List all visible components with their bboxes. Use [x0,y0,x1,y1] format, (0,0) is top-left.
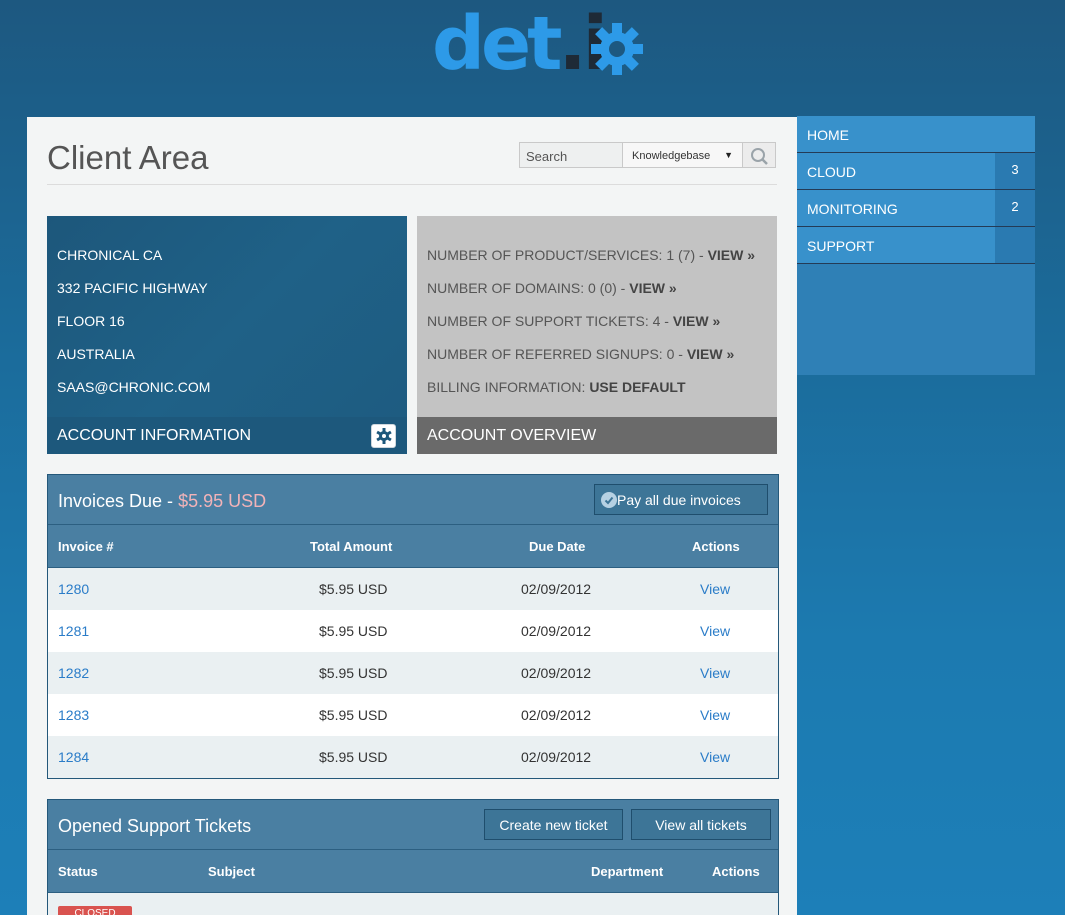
invoices-header: Invoices Due - $5.95 USD Pay all due inv… [48,475,778,525]
invoice-view-link[interactable]: View [700,623,730,639]
sidebar-nav: HOME CLOUD 3 MONITORING 2 SUPPORT [797,116,1035,375]
invoices-due-panel: Invoices Due - $5.95 USD Pay all due inv… [47,474,779,779]
account-overview-label: ACCOUNT OVERVIEW [427,427,597,444]
table-row: 1282 $5.95 USD 02/09/2012 View [48,652,778,694]
account-information-card: CHRONICAL CA 332 PACIFIC HIGHWAY FLOOR 1… [47,216,407,454]
overview-products: NUMBER OF PRODUCT/SERVICES: 1 (7) - VIEW… [427,247,756,263]
table-row: 1284 $5.95 USD 02/09/2012 View [48,736,778,778]
invoice-due-date: 02/09/2012 [521,707,592,723]
view-all-tickets-button[interactable]: View all tickets [631,809,771,840]
account-settings-button[interactable] [371,424,396,448]
col-subject[interactable]: Subject [208,864,255,879]
sidebar-item-label: HOME [807,127,849,143]
col-ticket-actions: Actions [712,864,760,879]
pay-all-invoices-button[interactable]: Pay all due invoices [594,484,768,515]
account-information-label: ACCOUNT INFORMATION [57,427,252,444]
table-row: CLOSED [48,893,778,915]
sidebar-item-monitoring[interactable]: MONITORING 2 [797,190,1035,227]
col-department[interactable]: Department [591,864,663,879]
col-status[interactable]: Status [58,864,98,879]
overview-domains: NUMBER OF DOMAINS: 0 (0) - VIEW » [427,280,677,296]
invoice-amount: $5.95 USD [319,581,388,597]
invoice-view-link[interactable]: View [700,581,730,597]
account-address: 332 PACIFIC HIGHWAY [57,280,208,296]
invoice-due-date: 02/09/2012 [521,749,592,765]
col-due-date[interactable]: Due Date [529,539,585,554]
invoices-title: Invoices Due - $5.95 USD [58,491,267,511]
invoice-id-link[interactable]: 1281 [58,623,89,639]
view-domains-link[interactable]: VIEW » [629,280,676,296]
overview-referrals: NUMBER OF REFERRED SIGNUPS: 0 - VIEW » [427,346,735,362]
sidebar-item-cloud[interactable]: CLOUD 3 [797,153,1035,190]
sidebar-count-badge: 2 [995,190,1035,226]
table-row: 1281 $5.95 USD 02/09/2012 View [48,610,778,652]
invoice-due-date: 02/09/2012 [521,581,592,597]
invoice-amount: $5.95 USD [319,623,388,639]
invoice-due-date: 02/09/2012 [521,623,592,639]
sidebar-item-label: CLOUD [807,164,857,180]
tickets-title: Opened Support Tickets [58,816,252,836]
table-row: 1280 $5.95 USD 02/09/2012 View [48,568,778,610]
invoice-amount: $5.95 USD [319,707,388,723]
tickets-column-header: Status Subject Department Actions [48,850,778,893]
support-tickets-panel: Opened Support Tickets Create new ticket… [47,799,779,915]
main-panel: Client Area Search Knowledgebase ▼ CHRON… [27,117,797,915]
account-overview-card: NUMBER OF PRODUCT/SERVICES: 1 (7) - VIEW… [417,216,777,454]
col-actions: Actions [692,539,740,554]
logo-gear-icon [591,23,643,75]
logo-text-det: det [432,1,563,87]
overview-tickets: NUMBER OF SUPPORT TICKETS: 4 - VIEW » [427,313,721,329]
search-input[interactable]: Search [519,142,623,168]
invoice-view-link[interactable]: View [700,707,730,723]
billing-default-link[interactable]: USE DEFAULT [589,379,685,395]
invoice-id-link[interactable]: 1280 [58,581,89,597]
account-email: SAAS@CHRONIC.COM [57,379,211,395]
view-tickets-link[interactable]: VIEW » [673,313,720,329]
invoice-id-link[interactable]: 1284 [58,749,89,765]
account-overview-footer: ACCOUNT OVERVIEW [417,417,777,454]
sidebar-count-blank [995,227,1035,263]
invoices-due-amount: $5.95 USD [178,491,267,511]
invoice-view-link[interactable]: View [700,665,730,681]
chevron-down-icon: ▼ [724,150,733,160]
invoice-id-link[interactable]: 1283 [58,707,89,723]
tickets-header: Opened Support Tickets Create new ticket… [48,800,778,850]
col-invoice-number[interactable]: Invoice # [58,539,114,554]
sidebar-item-support[interactable]: SUPPORT [797,227,1035,264]
sidebar-count-badge: 3 [995,153,1035,189]
brand-logo[interactable]: det.i [432,2,643,86]
sidebar-item-label: MONITORING [807,201,898,217]
create-ticket-button[interactable]: Create new ticket [484,809,623,840]
account-floor: FLOOR 16 [57,313,125,329]
check-circle-icon [601,492,617,508]
status-badge: CLOSED [58,906,132,915]
search-icon [751,148,768,165]
invoices-column-header: Invoice # Total Amount Due Date Actions [48,525,778,568]
page-title: Client Area [47,139,209,176]
overview-billing: BILLING INFORMATION: USE DEFAULT [427,379,686,395]
view-referrals-link[interactable]: VIEW » [687,346,734,362]
gear-icon [376,428,392,444]
invoice-due-date: 02/09/2012 [521,665,592,681]
invoice-id-link[interactable]: 1282 [58,665,89,681]
account-country: AUSTRALIA [57,346,135,362]
search-scope-select[interactable]: Knowledgebase ▼ [623,142,743,168]
invoice-amount: $5.95 USD [319,665,388,681]
account-company: CHRONICAL CA [57,247,163,263]
col-total-amount[interactable]: Total Amount [310,539,392,554]
search-scope-value: Knowledgebase [632,150,711,162]
invoice-view-link[interactable]: View [700,749,730,765]
account-information-footer: ACCOUNT INFORMATION [47,417,407,454]
title-divider [47,184,777,185]
sidebar-item-home[interactable]: HOME [797,116,1035,153]
view-products-link[interactable]: VIEW » [708,247,755,263]
invoices-rows: 1280 $5.95 USD 02/09/2012 View 1281 $5.9… [48,568,778,778]
invoice-amount: $5.95 USD [319,749,388,765]
table-row: 1283 $5.95 USD 02/09/2012 View [48,694,778,736]
sidebar-item-label: SUPPORT [807,238,875,254]
search-button[interactable] [743,142,776,168]
